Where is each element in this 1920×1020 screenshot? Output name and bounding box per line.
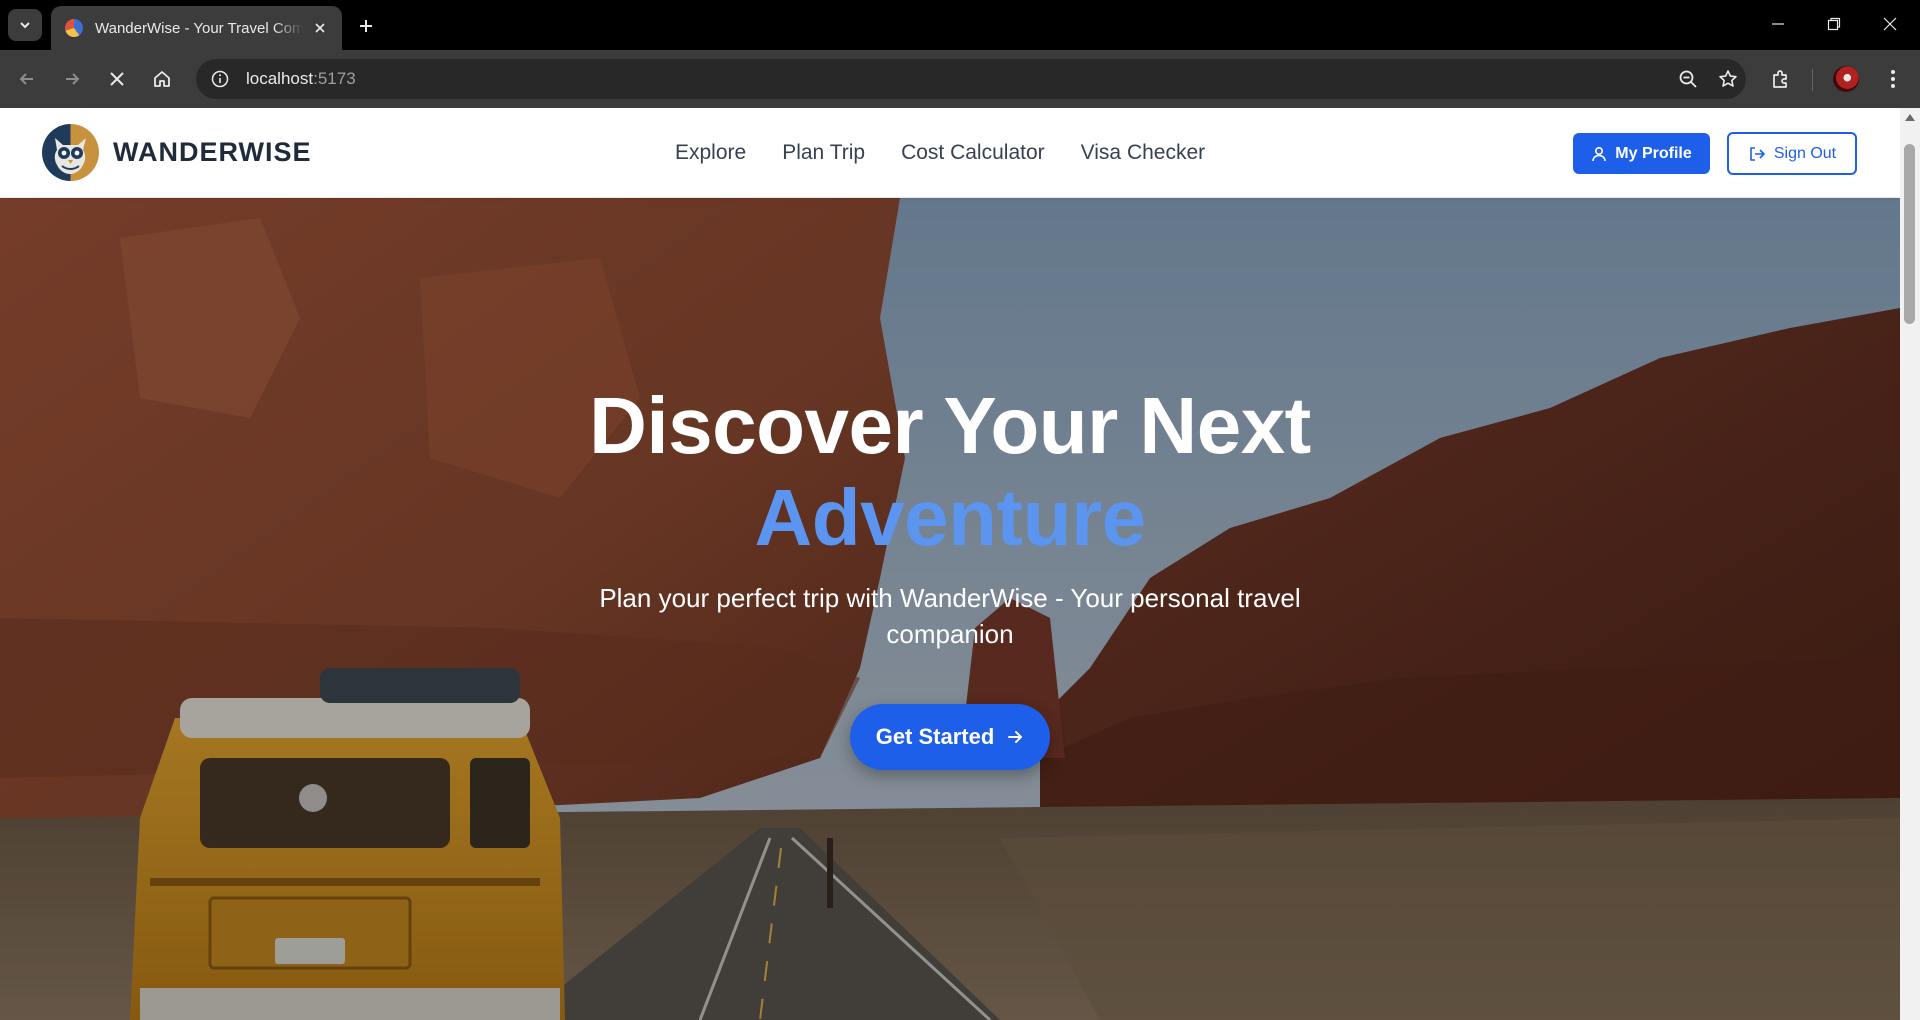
url-text: localhost:5173 <box>246 69 356 89</box>
main-nav: Explore Plan Trip Cost Calculator Visa C… <box>675 108 1205 198</box>
get-started-label: Get Started <box>875 724 995 749</box>
zoom-out-icon <box>1679 70 1697 88</box>
kebab-menu-icon <box>1891 70 1895 88</box>
hero-section: Discover Your Next Adventure Plan your p… <box>0 198 1900 1020</box>
plus-icon <box>360 20 372 32</box>
browser-tabstrip: WanderWise - Your Travel Companion <box>0 0 1920 50</box>
arrow-left-icon <box>19 73 33 85</box>
owl-logo-icon <box>42 124 99 181</box>
info-icon <box>211 70 229 88</box>
scrollbar-thumb[interactable] <box>1904 144 1915 324</box>
tab-close-button[interactable] <box>310 18 330 38</box>
address-bar[interactable]: localhost:5173 <box>196 59 1746 99</box>
url-host: localhost <box>246 69 314 88</box>
brand-logo-link[interactable]: WANDERWISE <box>42 124 312 181</box>
toolbar-divider <box>1812 69 1813 91</box>
restore-icon <box>1827 17 1841 31</box>
my-profile-button[interactable]: My Profile <box>1573 133 1710 174</box>
nav-visa-checker[interactable]: Visa Checker <box>1081 141 1206 165</box>
browser-toolbar: localhost:5173 <box>0 50 1920 108</box>
zoom-button[interactable] <box>1674 65 1702 93</box>
puzzle-icon <box>1773 70 1787 88</box>
logout-icon <box>1750 146 1765 161</box>
extensions-button[interactable] <box>1765 63 1797 95</box>
sign-out-label: Sign Out <box>1773 144 1837 162</box>
close-icon <box>315 23 325 33</box>
my-profile-label: My Profile <box>1615 144 1692 162</box>
url-port: :5173 <box>313 69 356 88</box>
star-icon <box>1719 70 1737 87</box>
menu-button[interactable] <box>1877 63 1909 95</box>
home-icon <box>154 71 170 87</box>
profile-avatar[interactable] <box>1833 66 1859 92</box>
back-button[interactable] <box>11 63 43 95</box>
arrow-right-icon <box>1008 731 1023 743</box>
nav-cost-calculator[interactable]: Cost Calculator <box>901 141 1045 165</box>
window-close-button[interactable] <box>1862 0 1918 48</box>
page-viewport: WANDERWISE Explore Plan Trip Cost Calcul… <box>0 108 1900 1020</box>
chevron-down-icon <box>20 22 30 29</box>
sign-out-button[interactable]: Sign Out <box>1727 132 1857 175</box>
arrow-right-icon <box>66 73 80 85</box>
minimize-button[interactable] <box>1750 0 1806 48</box>
browser-tab-active[interactable]: WanderWise - Your Travel Companion <box>51 6 342 50</box>
brand-name: WANDERWISE <box>113 137 312 167</box>
close-icon <box>1883 17 1897 31</box>
bookmark-button[interactable] <box>1714 65 1742 93</box>
restore-button[interactable] <box>1806 0 1862 48</box>
stop-loading-button[interactable] <box>101 63 133 95</box>
user-icon <box>1592 146 1607 161</box>
site-navbar: WANDERWISE Explore Plan Trip Cost Calcul… <box>0 108 1900 198</box>
home-button[interactable] <box>146 63 178 95</box>
site-info-button[interactable] <box>206 65 234 93</box>
hero-title-line: Discover Your Next <box>589 381 1311 470</box>
hero-title: Discover Your Next Adventure <box>450 380 1450 564</box>
nav-explore[interactable]: Explore <box>675 141 746 165</box>
hero-title-accent: Adventure <box>754 473 1146 562</box>
scroll-up-arrow-icon[interactable] <box>1905 114 1915 121</box>
forward-button[interactable] <box>56 63 88 95</box>
nav-plan-trip[interactable]: Plan Trip <box>782 141 865 165</box>
new-tab-button[interactable] <box>352 12 380 40</box>
tab-title: WanderWise - Your Travel Companion <box>95 19 304 37</box>
tab-search-button[interactable] <box>8 9 42 41</box>
minimize-icon <box>1772 23 1784 25</box>
close-icon <box>110 72 124 86</box>
favicon-icon <box>65 19 83 37</box>
hero-subtitle: Plan your perfect trip with WanderWise -… <box>599 583 1301 649</box>
get-started-button[interactable]: Get Started <box>850 704 1050 770</box>
page-scrollbar[interactable] <box>1900 108 1920 1020</box>
